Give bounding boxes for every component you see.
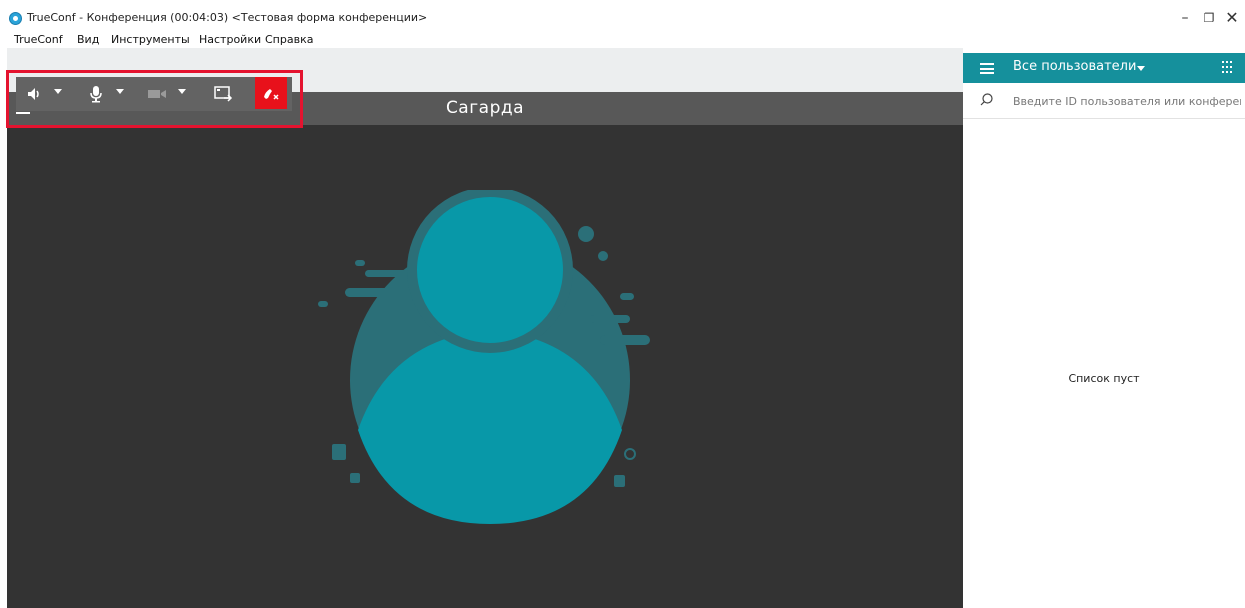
trueconf-logo-icon bbox=[9, 12, 22, 25]
avatar-placeholder-icon bbox=[318, 190, 650, 524]
users-filter-dropdown[interactable]: Все пользователи bbox=[1013, 59, 1136, 74]
dialpad-icon[interactable] bbox=[1222, 61, 1234, 74]
search-icon bbox=[980, 93, 993, 106]
user-search-input[interactable] bbox=[1013, 92, 1241, 110]
users-filter-chevron-down-icon[interactable] bbox=[1137, 66, 1145, 71]
menu-settings[interactable]: Настройки bbox=[199, 33, 261, 46]
users-panel bbox=[963, 48, 1245, 608]
window-title: TrueConf - Конференция (00:04:03) <Тесто… bbox=[27, 11, 428, 24]
users-panel-header: Все пользователи bbox=[963, 53, 1245, 83]
menu-trueconf[interactable]: TrueConf bbox=[14, 33, 63, 46]
menu-view[interactable]: Вид bbox=[77, 33, 99, 46]
empty-list-message: Список пуст bbox=[1068, 372, 1140, 385]
menu-bar: TrueConf Вид Инструменты Настройки Справ… bbox=[0, 32, 960, 48]
hamburger-menu-icon[interactable] bbox=[980, 63, 994, 74]
toolbar-highlight-frame bbox=[6, 70, 303, 128]
close-button[interactable]: ✕ bbox=[1214, 6, 1245, 30]
title-bar: TrueConf - Конференция (00:04:03) <Тесто… bbox=[0, 0, 1245, 32]
users-search-row bbox=[963, 83, 1245, 119]
menu-tools[interactable]: Инструменты bbox=[111, 33, 190, 46]
menu-help[interactable]: Справка bbox=[265, 33, 313, 46]
